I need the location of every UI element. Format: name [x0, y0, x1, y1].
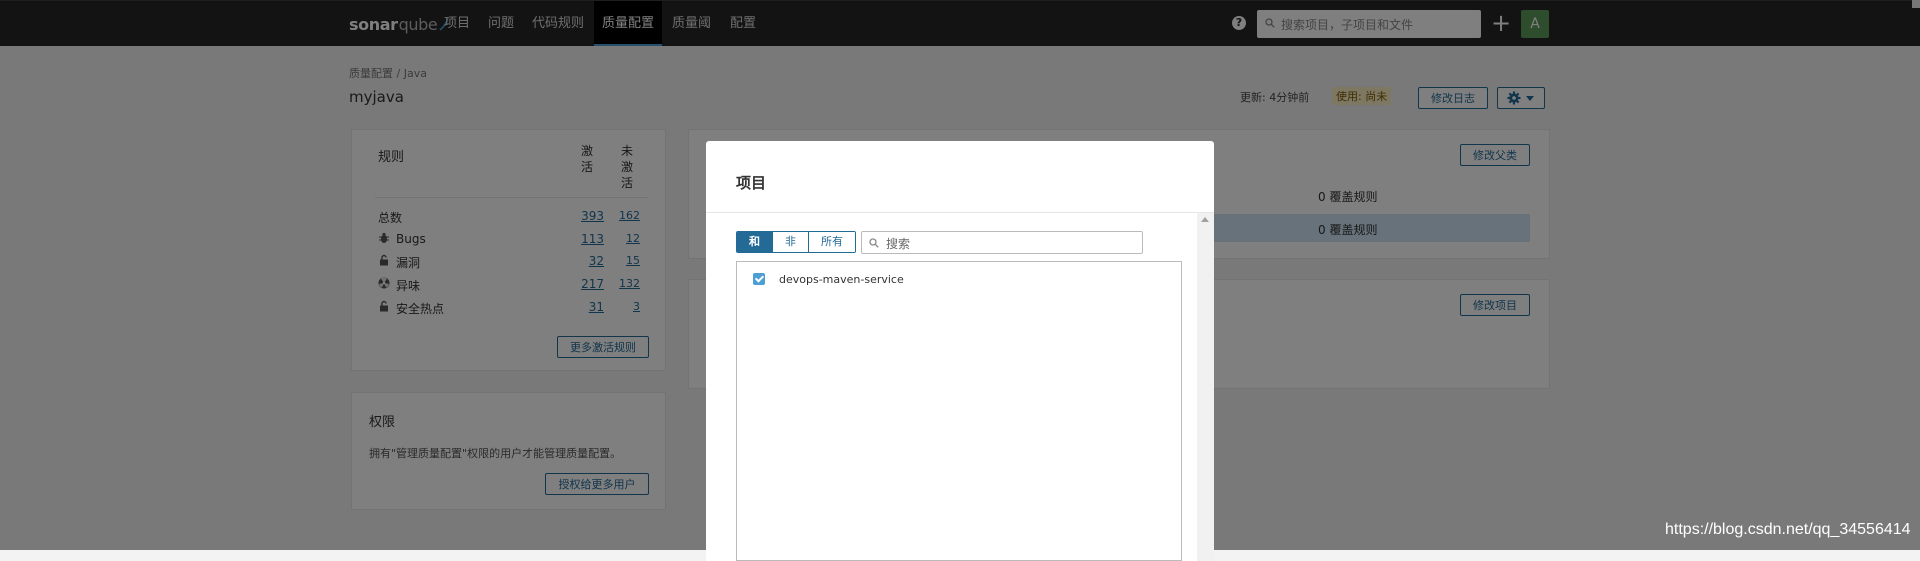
- modal-title: 项目: [736, 174, 767, 192]
- project-list: devops-maven-service: [736, 261, 1182, 561]
- filter-deselected-button[interactable]: 非: [772, 232, 808, 252]
- projects-modal: 项目 和 非 所有 devops-maven-service: [706, 141, 1214, 561]
- list-item[interactable]: devops-maven-service: [753, 270, 904, 288]
- checkbox-checked-icon[interactable]: [753, 273, 765, 285]
- filter-all-button[interactable]: 所有: [808, 232, 855, 252]
- modal-search-input[interactable]: [884, 232, 1143, 255]
- project-name: devops-maven-service: [779, 272, 904, 286]
- search-icon: [869, 238, 879, 248]
- modal-scrollbar[interactable]: [1197, 213, 1214, 561]
- modal-divider: [706, 212, 1214, 213]
- modal-search-field[interactable]: [861, 231, 1143, 255]
- watermark: https://blog.csdn.net/qq_34556414: [1665, 521, 1911, 538]
- scroll-up-arrow-icon[interactable]: [1201, 217, 1209, 222]
- filter-segmented-control: 和 非 所有: [736, 231, 856, 253]
- filter-selected-button[interactable]: 和: [737, 232, 772, 252]
